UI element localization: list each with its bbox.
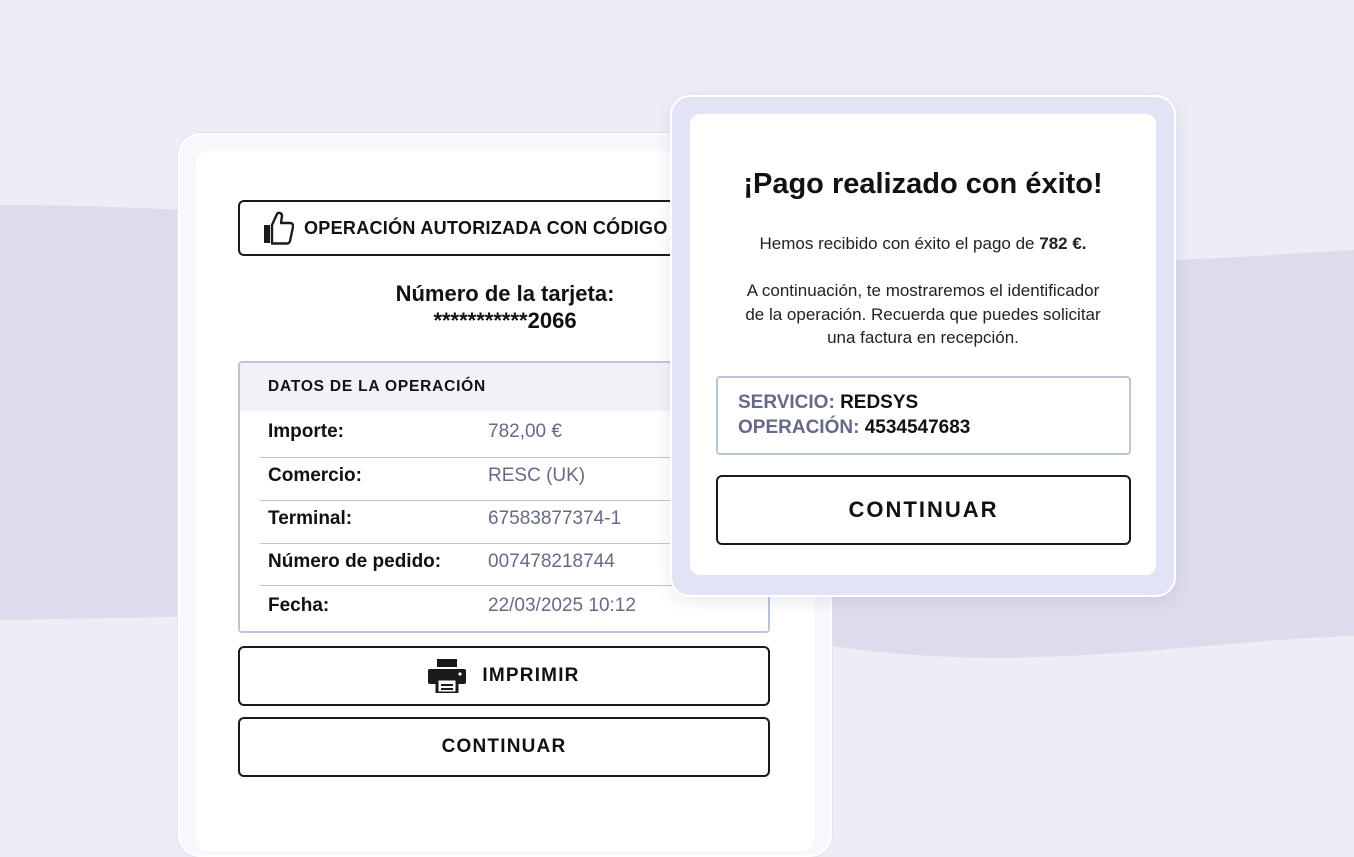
operation-line: OPERACIÓN: 4534547683 xyxy=(738,415,1129,440)
operation-identifier-box: SERVICIO: REDSYS OPERACIÓN: 4534547683 xyxy=(716,376,1131,455)
service-line: SERVICIO: REDSYS xyxy=(738,390,1129,415)
info-line: una factura en recepción. xyxy=(827,328,1019,347)
row-value: 67583877374-1 xyxy=(488,508,622,529)
continue-button-label: CONTINUAR xyxy=(441,736,567,757)
continue-button[interactable]: CONTINUAR xyxy=(238,717,770,777)
row-value: 007478218744 xyxy=(488,551,615,572)
print-button-label: IMPRIMIR xyxy=(482,665,580,686)
service-value: REDSYS xyxy=(840,392,919,413)
operation-info-text: A continuación, te mostraremos el identi… xyxy=(690,279,1156,350)
authorization-text: OPERACIÓN AUTORIZADA CON CÓDIGO xyxy=(304,217,668,238)
row-label: Número de pedido: xyxy=(268,551,442,572)
payment-received-prefix: Hemos recibido con éxito el pago de xyxy=(759,234,1040,253)
success-modal: ¡Pago realizado con éxito! Hemos recibid… xyxy=(670,95,1176,597)
printer-icon xyxy=(428,659,467,693)
success-title: ¡Pago realizado con éxito! xyxy=(743,168,1103,200)
info-line: A continuación, te mostraremos el identi… xyxy=(746,281,1100,300)
payment-amount: 782 €. xyxy=(1039,234,1087,253)
row-value: 782,00 € xyxy=(488,421,562,442)
operation-label: OPERACIÓN: xyxy=(738,417,865,438)
success-continue-label: CONTINUAR xyxy=(848,497,999,522)
row-value: RESC (UK) xyxy=(488,465,586,486)
print-button[interactable]: IMPRIMIR xyxy=(238,646,770,706)
row-label: Comercio: xyxy=(268,465,362,486)
service-label: SERVICIO: xyxy=(738,392,841,413)
success-modal-body: ¡Pago realizado con éxito! Hemos recibid… xyxy=(690,114,1156,575)
info-line: de la operación. Recuerda que puedes sol… xyxy=(745,304,1101,324)
payment-received-text: Hemos recibido con éxito el pago de 782 … xyxy=(690,232,1156,256)
row-value: 22/03/2025 10:12 xyxy=(488,595,636,616)
row-label: Terminal: xyxy=(268,508,353,529)
thumbs-up-icon xyxy=(264,211,294,245)
operation-value: 4534547683 xyxy=(864,417,971,438)
row-label: Importe: xyxy=(268,421,344,442)
row-label: Fecha: xyxy=(268,595,330,616)
success-continue-button[interactable]: CONTINUAR xyxy=(716,475,1131,545)
